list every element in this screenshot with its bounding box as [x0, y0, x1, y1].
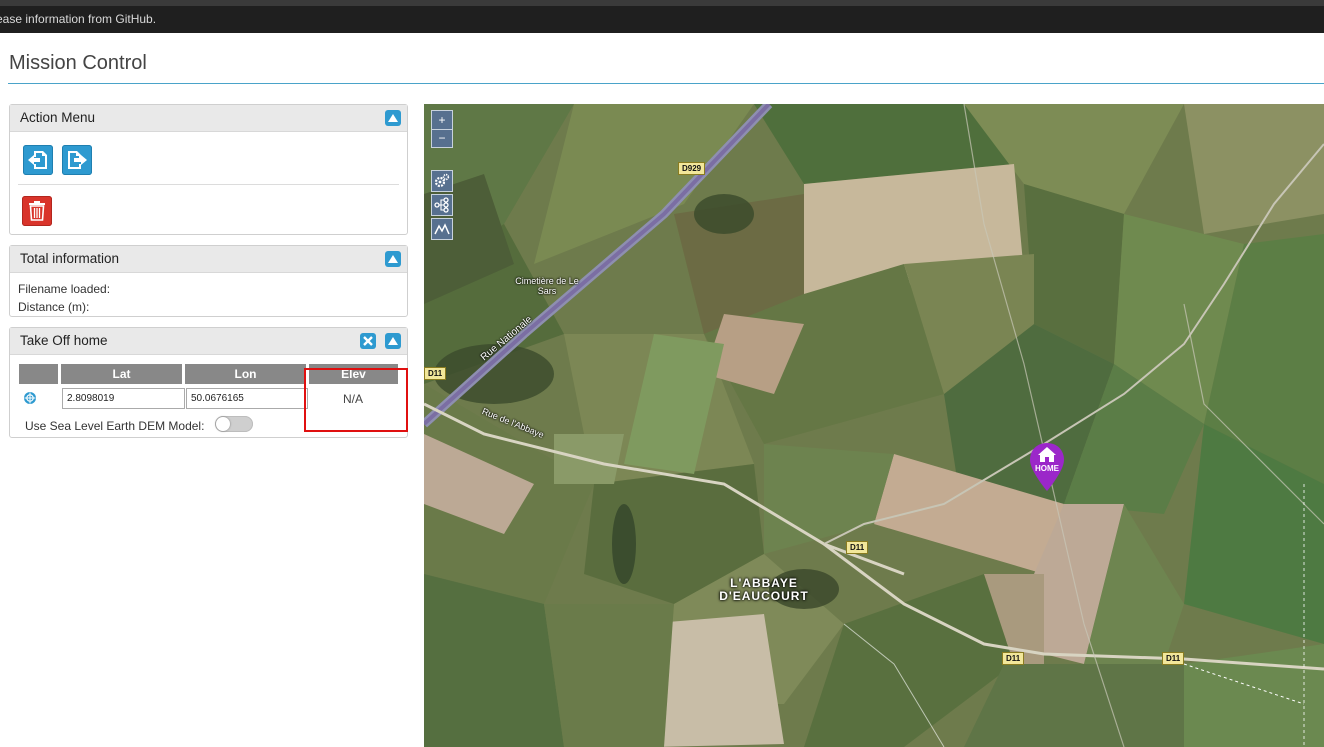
- total-information-panel: Total information Filename loaded: Dista…: [9, 245, 408, 317]
- zoom-control: + −: [431, 110, 453, 148]
- collapse-button[interactable]: [385, 251, 401, 267]
- town-label-line2: D'EAUCOURT: [719, 589, 809, 603]
- gears-icon: [434, 173, 450, 188]
- action-menu-panel: Action Menu: [9, 104, 408, 235]
- action-menu-title: Action Menu: [20, 110, 96, 125]
- map-settings-button[interactable]: [431, 170, 453, 192]
- zoom-out-button[interactable]: −: [432, 130, 452, 148]
- latitude-input[interactable]: [62, 388, 185, 409]
- export-icon: [68, 151, 87, 169]
- table-header-blank: [19, 364, 58, 384]
- mountain-icon: [434, 223, 450, 235]
- table-header-lat: Lat: [61, 364, 182, 384]
- import-button[interactable]: [23, 145, 53, 175]
- take-off-home-header: Take Off home: [10, 328, 407, 355]
- map-layers-button[interactable]: [431, 194, 453, 216]
- total-information-title: Total information: [20, 251, 120, 266]
- close-icon: [363, 336, 373, 346]
- home-marker-label: HOME: [1035, 464, 1059, 473]
- collapse-button[interactable]: [385, 333, 401, 349]
- distance-label: Distance (m):: [18, 300, 90, 314]
- close-button[interactable]: [360, 333, 376, 349]
- road-label-d11-center: D11: [846, 541, 869, 554]
- import-icon: [28, 151, 47, 169]
- title-divider: [8, 83, 1324, 84]
- notification-text: ease information from GitHub.: [0, 12, 157, 26]
- trash-icon: [29, 201, 45, 221]
- triangle-up-icon: [388, 255, 398, 263]
- export-button[interactable]: [62, 145, 92, 175]
- take-off-home-title: Take Off home: [20, 333, 108, 348]
- road-label-d929: D929: [678, 162, 706, 175]
- dem-model-toggle[interactable]: [215, 416, 253, 432]
- map-terrain: [424, 104, 1324, 747]
- triangle-up-icon: [388, 337, 398, 345]
- dem-model-label: Use Sea Level Earth DEM Model:: [25, 419, 205, 433]
- elevation-profile-button[interactable]: [431, 218, 453, 240]
- road-label-d11-south: D11: [1002, 652, 1025, 665]
- place-label-cemetery: Cimetière de Le Sars: [515, 276, 579, 296]
- zoom-in-button[interactable]: +: [432, 111, 452, 130]
- action-menu-divider: [18, 184, 399, 185]
- longitude-input[interactable]: [186, 388, 308, 409]
- collapse-button[interactable]: [385, 110, 401, 126]
- page-title: Mission Control: [9, 52, 147, 74]
- waypoint-tree-icon: [434, 197, 449, 213]
- total-information-header: Total information: [10, 246, 407, 273]
- town-label-line1: L'ABBAYE: [730, 576, 798, 590]
- elev-highlight-box: [304, 368, 408, 432]
- notification-bar: ease information from GitHub.: [0, 6, 1324, 33]
- delete-button[interactable]: [22, 196, 52, 226]
- road-label-d11-east: D11: [1162, 652, 1185, 665]
- triangle-up-icon: [388, 114, 398, 122]
- toggle-knob: [216, 417, 230, 431]
- table-header-lon: Lon: [185, 364, 306, 384]
- crosshair-icon[interactable]: [23, 391, 37, 405]
- filename-loaded-label: Filename loaded:: [18, 282, 111, 296]
- road-label-d11-west: D11: [424, 367, 447, 380]
- home-marker[interactable]: HOME: [1029, 442, 1065, 492]
- satellite-map[interactable]: + − D929 D11 D11 D11 D11 Cimetière de Le…: [424, 104, 1324, 747]
- action-menu-header: Action Menu: [10, 105, 407, 132]
